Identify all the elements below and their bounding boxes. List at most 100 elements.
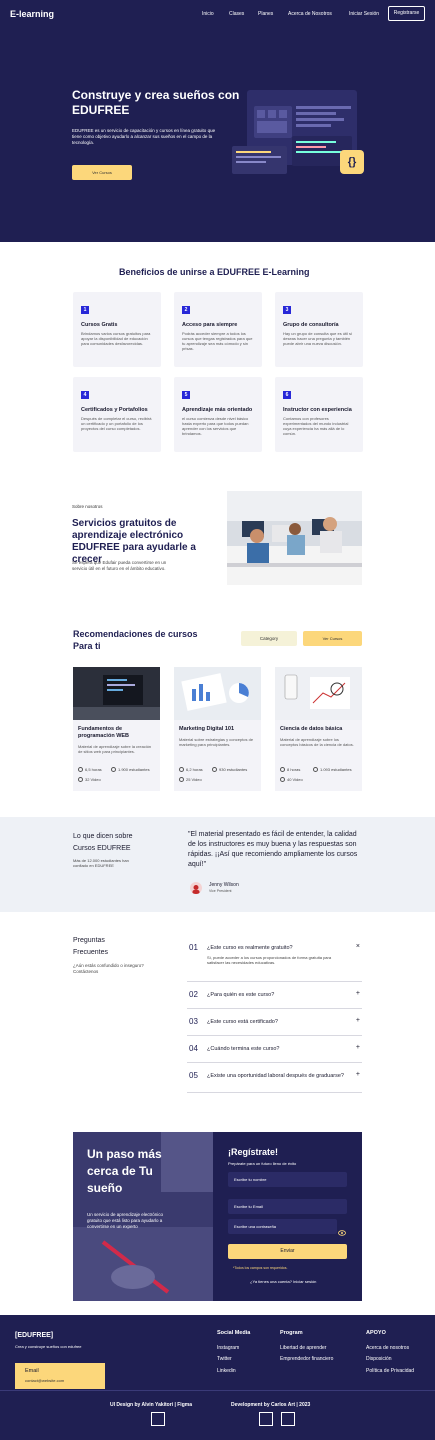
benefit-text: Brindamos varios cursos gratuitos para a… [81,331,151,346]
user-icon [212,767,217,773]
testimonial-name: Jenny Wilson [209,882,239,888]
linkedin-icon[interactable] [281,1412,295,1426]
brand-logo[interactable]: E-learning [10,9,54,19]
faq-title: Preguntas Frecuentes [73,937,109,956]
course-videos: 40 Video [280,777,303,783]
faq-sub: ¿Aún estás confundido o inseguro? Contác… [73,963,144,974]
about-photo [227,491,362,585]
footer-link-instagram[interactable]: Instagram [217,1345,239,1351]
benefit-text: Hay un grupo de consulta que es útil si … [283,331,352,346]
course-students: 1.900 estudiantes [111,767,150,773]
submit-button[interactable]: Enviar [228,1244,347,1259]
benefit-card: 4 Certificados y Portafolios Después de … [73,377,161,452]
password-field-placeholder: Escribe una contraseña [234,1224,277,1229]
footer-link-linkedin[interactable]: Linkedin [217,1368,236,1374]
play-icon [280,777,285,783]
faq-number: 04 [189,1044,198,1053]
plus-icon[interactable]: + [356,1071,360,1078]
faq-question: ¿Para quién es este curso? [207,992,275,998]
close-icon[interactable]: × [356,943,360,950]
benefit-card: 5 Aprendizaje más orientado el curso com… [174,377,262,452]
course-videos: 25 Video [179,777,202,783]
faq-question: ¿Cuándo termina este curso? [207,1046,280,1052]
benefit-title: Instructor con experiencia [283,407,352,413]
view-courses-button[interactable]: Ver Cursos [303,631,362,646]
plus-icon[interactable]: + [356,990,360,997]
course-hours-value: 8 horas [287,767,301,772]
course-videos-value: 25 Video [186,777,202,782]
footer-link-libertad[interactable]: Libertad de aprender [280,1345,326,1351]
clock-icon [280,767,285,773]
benefit-number: 5 [182,391,190,399]
faq-number: 01 [189,943,198,952]
plus-icon[interactable]: + [356,1017,360,1024]
faq-number: 05 [189,1071,198,1080]
email-field[interactable]: Escribe tu Email [228,1199,347,1214]
footer-tagline: Crea y construye sueños con edufree [15,1344,82,1349]
faq-item[interactable]: 02 ¿Para quién es este curso? + [187,982,362,1009]
footer-link-acerca[interactable]: Acerca de nosotros [366,1345,409,1351]
course-title: Ciencia de datos básica [280,726,343,732]
footer-link-privacidad[interactable]: Política de Privacidad [366,1368,414,1374]
course-card[interactable]: Ciencia de datos básica Material de apre… [275,667,362,791]
hero-title: Construye y crea sueños con EDUFREE [72,88,240,117]
footer-link-emprendedor[interactable]: Emprendedor financiero [280,1356,333,1362]
footer-email-value[interactable]: contact@website.com [25,1378,64,1383]
footer-col-title: APOYO [366,1330,386,1336]
faq-question: ¿Este curso está certificado? [207,1019,278,1025]
nav-link-inicio[interactable]: Inicio [202,11,214,17]
course-text: Material sobre estrategias y conceptos d… [179,737,254,747]
course-videos-value: 40 Video [287,777,303,782]
course-students: 930 estudiantes [212,767,247,773]
name-field[interactable]: Escribe tu nombre [228,1172,347,1187]
benefit-text: Después de completar el curso, recibirá … [81,416,152,431]
faq-question: ¿Existe una oportunidad laboral después … [207,1073,344,1079]
faq-question: ¿Este curso es realmente gratuito? [207,945,293,951]
nav-link-clases[interactable]: Clases [229,11,244,17]
top-nav: E-learning Inicio Clases Planes Acerca d… [0,0,435,28]
course-students-value: 1.900 estudiantes [118,767,150,772]
nav-link-planes[interactable]: Planes [258,11,273,17]
benefit-card: 1 Cursos Gratis Brindamos varios cursos … [73,292,161,367]
login-link[interactable]: ¿Ya tienes una cuenta? Iniciar sesión [250,1279,316,1284]
faq-item[interactable]: 04 ¿Cuándo termina este curso? + [187,1036,362,1063]
figma-icon[interactable] [151,1412,165,1426]
form-subtitle: Prepárate para un futuro lleno de éxito [228,1161,297,1166]
courses-title: Recomendaciones de cursos Para ti [73,629,198,651]
register-button[interactable]: Registrarse [388,6,425,21]
password-field[interactable]: Escribe una contraseña [228,1219,337,1234]
plus-icon[interactable]: + [356,1044,360,1051]
course-card[interactable]: Fundamentos de programación WEB Material… [73,667,160,791]
category-button[interactable]: Category [241,631,297,646]
faq-item[interactable]: 05 ¿Existe una oportunidad laboral despu… [187,1063,362,1093]
play-icon [78,777,83,783]
faq-answer: Sí, puede acceder a los cursos proporcio… [207,955,332,965]
credit-design: UI Design by Alvin Yakitori | Figma [110,1402,192,1408]
hero-cta-button[interactable]: Ver Cursos [72,165,132,180]
faq-item[interactable]: 03 ¿Este curso está certificado? + [187,1009,362,1036]
faq-number: 03 [189,1017,198,1026]
footer-brand: [EDUFREE] [15,1332,54,1339]
footer-divider [0,1390,435,1391]
course-image [73,667,160,720]
footer-email-label: Email [25,1368,39,1374]
benefit-title: Cursos Gratis [81,322,118,328]
benefit-title: Certificados y Portafolios [81,407,148,413]
testimonial-quote: "El material presentado es fácil de ente… [188,831,358,868]
faq-item[interactable]: 01 ¿Este curso es realmente gratuito? × … [187,935,362,982]
benefit-number: 2 [182,306,190,314]
footer-link-disposicion[interactable]: Disposición [366,1356,392,1362]
hero-description: EDUFREE es un servicio de capacitación y… [72,128,216,145]
course-card[interactable]: Marketing Digital 101 Material sobre est… [174,667,261,791]
github-icon[interactable] [259,1412,273,1426]
eye-icon[interactable] [338,1223,346,1236]
nav-link-login[interactable]: Iniciar Sesión [349,11,379,17]
course-hours: 6,2 horas [179,767,203,773]
cta-image-panel: Un paso más cerca de Tu sueño Un servici… [73,1132,213,1301]
hero-illustration: {} [232,88,367,178]
footer-link-twitter[interactable]: Twitter [217,1356,232,1362]
testimonial-role: Vice President [209,889,232,893]
nav-link-acerca[interactable]: Acerca de Nosotros [288,11,332,17]
required-note: *Todos los campos son requeridos. [233,1266,288,1270]
benefit-number: 1 [81,306,89,314]
